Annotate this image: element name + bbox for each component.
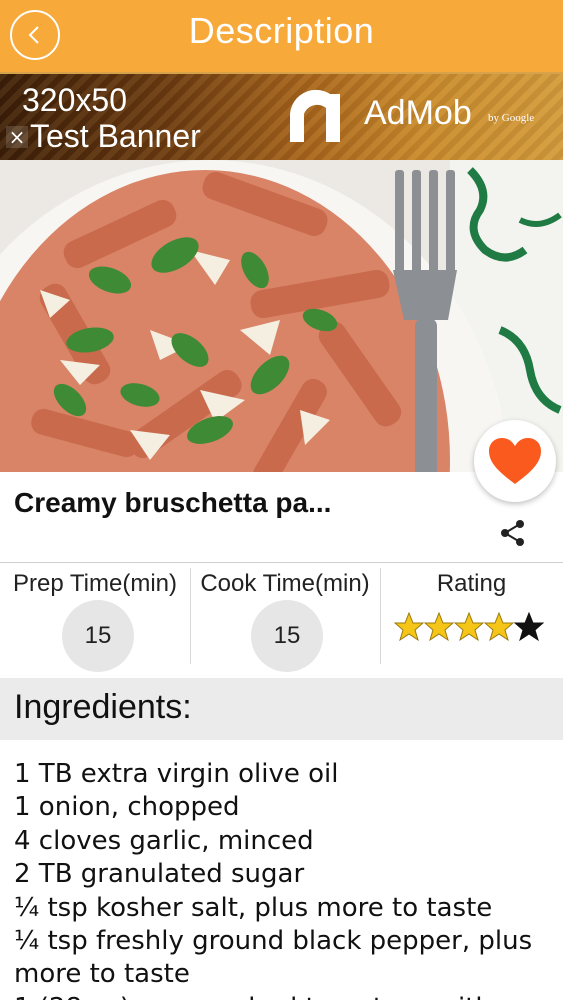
prep-time-stat: Prep Time(min) 15 xyxy=(0,564,190,676)
divider xyxy=(0,562,563,563)
star-icon xyxy=(454,612,484,642)
star-icon xyxy=(394,612,424,642)
favorite-button[interactable] xyxy=(474,420,556,502)
share-icon[interactable] xyxy=(498,518,528,548)
admob-logo-icon xyxy=(290,89,340,142)
ad-size-label: 320x50 xyxy=(22,82,127,118)
list-item: 1 (28 oz) can crushed tomatoes with xyxy=(14,992,554,1000)
ad-brand-label: AdMob xyxy=(364,94,472,132)
prep-time-label: Prep Time(min) xyxy=(12,570,178,597)
cook-time-stat: Cook Time(min) 15 xyxy=(190,564,380,676)
heart-icon xyxy=(489,438,541,484)
star-icon xyxy=(484,612,514,642)
star-icon xyxy=(424,612,454,642)
rating-label: Rating xyxy=(436,570,507,597)
ingredients-list: 1 TB extra virgin olive oil 1 onion, cho… xyxy=(14,758,554,1000)
ad-banner[interactable]: 320x50 Test Banner × AdMob by Google xyxy=(0,72,563,160)
star-icon xyxy=(514,612,544,642)
list-item: ¼ tsp freshly ground black pepper, plus … xyxy=(14,926,533,990)
list-item: 2 TB granulated sugar xyxy=(14,859,305,890)
list-item: 4 cloves garlic, minced xyxy=(14,825,314,856)
list-item: 1 onion, chopped xyxy=(14,792,240,823)
rating-stars xyxy=(394,612,544,642)
prep-time-value: 15 xyxy=(62,600,134,672)
cook-time-label: Cook Time(min) xyxy=(200,570,370,597)
list-item: 1 TB extra virgin olive oil xyxy=(14,759,339,789)
ad-by-label: by Google xyxy=(488,112,535,124)
ad-name-label: Test Banner xyxy=(30,118,201,154)
recipe-photo xyxy=(0,160,563,472)
recipe-title: Creamy bruschetta pa... xyxy=(14,487,332,518)
ingredients-header: Ingredients: xyxy=(0,678,563,740)
ingredients-heading: Ingredients: xyxy=(14,688,192,726)
cook-time-value: 15 xyxy=(251,600,323,672)
list-item: ¼ tsp kosher salt, plus more to taste xyxy=(14,892,493,923)
page-title: Description xyxy=(188,10,375,51)
close-icon[interactable]: × xyxy=(6,126,28,148)
app-header: Description xyxy=(0,0,563,72)
